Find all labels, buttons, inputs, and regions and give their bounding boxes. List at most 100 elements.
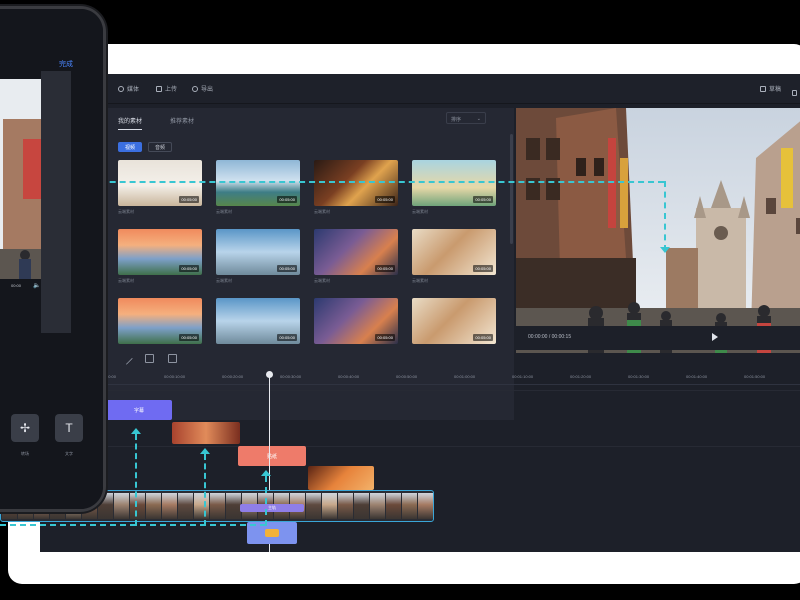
pen-icon[interactable] (120, 352, 133, 365)
done-button[interactable]: 完成 (59, 59, 73, 69)
library-tabs: 我的素材 推荐素材 (118, 116, 194, 130)
media-thumb-label: 云端素材 (412, 209, 428, 214)
guide-line-preview (664, 181, 666, 251)
phone-street-image (0, 79, 41, 279)
media-thumb-duration: 00:05:00 (179, 265, 199, 272)
desktop-editor-window: 媒体 上传 导出 草稿 分享 我的素材 推荐素材 (40, 74, 800, 552)
film-frame (114, 493, 129, 519)
media-thumb[interactable]: 00:05:00 云端素材 (314, 229, 398, 284)
media-thumb-image: 00:05:00 (412, 298, 496, 344)
timeline-ruler[interactable]: 00:00 00:00:10:00 00:00:20:00 00:00:30:00 00… (104, 371, 800, 385)
play-icon[interactable] (712, 333, 718, 341)
marketing-composite: 媒体 上传 导出 草稿 分享 我的素材 推荐素材 (0, 0, 800, 600)
text-clip[interactable]: 字幕 (106, 400, 172, 420)
media-thumb[interactable]: 00:05:00 云端素材 (412, 229, 496, 284)
film-frame (146, 493, 161, 519)
street-scene-image (516, 108, 800, 353)
media-thumb-duration: 00:05:00 (179, 334, 199, 341)
ruler-tick-label: 00:01:20:00 (570, 374, 592, 379)
sort-dropdown-value: 排序 (451, 117, 462, 123)
chevron-down-icon: ⌄ (476, 116, 481, 122)
media-thumb-duration: 00:05:00 (277, 196, 297, 203)
media-thumb-image: 00:05:00 (216, 229, 300, 275)
media-thumb-label: 云端素材 (216, 209, 232, 214)
media-thumb-label: 云端素材 (314, 209, 330, 214)
media-thumb-image: 00:05:00 (314, 160, 398, 206)
volume-icon[interactable]: 🔈 (33, 282, 40, 289)
media-thumb[interactable]: 00:05:00 云端素材 (412, 160, 496, 215)
ruler-tick-label: 00:01:50:00 (744, 374, 766, 379)
media-menu[interactable]: 媒体 (118, 84, 139, 93)
ruler-tick-label: 00:01:00:00 (454, 374, 476, 379)
media-thumb[interactable]: 00:05:00 云端素材 (216, 160, 300, 215)
upload-icon (156, 85, 162, 92)
media-thumb[interactable]: 00:05:00 云端素材 (118, 229, 202, 284)
chip-video[interactable]: 视频 (118, 142, 143, 152)
film-frame (386, 493, 401, 519)
media-thumb[interactable]: 00:05:00 云端素材 (216, 229, 300, 284)
text-button[interactable]: T (55, 414, 83, 442)
film-frame (370, 493, 385, 519)
text-label: 文字 (65, 451, 73, 456)
media-thumb-duration: 00:05:00 (277, 265, 297, 272)
ruler-tick-label: 00:01:10:00 (512, 374, 534, 379)
media-thumb-label: 云端素材 (412, 278, 428, 283)
trash-icon[interactable] (168, 354, 177, 363)
draft-button[interactable]: 草稿 (760, 84, 781, 93)
text-clip-label: 字幕 (133, 407, 144, 414)
guide-line-sticker (265, 476, 267, 526)
chip-audio[interactable]: 音频 (148, 142, 173, 152)
media-thumb[interactable]: 00:05:00 (118, 298, 202, 344)
export-label: 导出 (201, 87, 214, 93)
arrow-up-icon (261, 470, 271, 476)
media-thumb-label: 云端素材 (118, 278, 134, 283)
split-icon[interactable] (145, 354, 154, 363)
export-menu[interactable]: 导出 (192, 84, 213, 93)
tab-my-media[interactable]: 我的素材 (118, 116, 143, 130)
media-thumb-image: 00:05:00 (118, 160, 202, 206)
main-track-label: 主轨 (240, 504, 304, 512)
film-frame (130, 493, 145, 519)
media-thumb[interactable]: 00:05:00 云端素材 (118, 160, 202, 215)
media-thumb-image: 00:05:00 (314, 229, 398, 275)
media-thumb-image: 00:05:00 (412, 160, 496, 206)
media-thumb[interactable]: 00:05:00 云端素材 (314, 160, 398, 215)
media-thumb-label: 云端素材 (118, 209, 134, 214)
video-preview[interactable] (516, 108, 800, 353)
media-thumb-duration: 00:05:00 (179, 196, 199, 203)
transition-button[interactable]: ✢ (11, 414, 39, 442)
timeline-toolbar (104, 349, 800, 369)
sort-dropdown[interactable]: 排序 ⌄ (446, 112, 486, 124)
film-frame (338, 493, 353, 519)
library-filter-chips: 视频 音频 (118, 142, 173, 152)
media-thumb-image: 00:05:00 (216, 160, 300, 206)
media-thumb-image: 00:05:00 (118, 298, 202, 344)
arrow-down-icon (660, 247, 670, 253)
effect-clip[interactable] (308, 466, 374, 490)
save-icon (760, 85, 766, 92)
ruler-tick-label: 00:00:30:00 (280, 374, 302, 379)
media-thumb-image: 00:05:00 (118, 229, 202, 275)
preview-controls: 00:00:00 / 00:00:15 (516, 326, 800, 350)
playhead-handle[interactable] (266, 371, 273, 378)
media-thumb-label: 云端素材 (216, 278, 232, 283)
arrow-up-icon (131, 428, 141, 434)
overlay-clip[interactable] (172, 422, 240, 444)
upload-menu[interactable]: 上传 (156, 84, 177, 93)
share-button[interactable]: 分享 (792, 84, 800, 102)
phone-video-preview[interactable] (0, 79, 41, 279)
media-thumb[interactable]: 00:05:00 (412, 298, 496, 344)
draft-label: 草稿 (769, 87, 782, 93)
media-thumb[interactable]: 00:05:00 (314, 298, 398, 344)
tab-recommended[interactable]: 推荐素材 (170, 116, 194, 130)
transition-label: 转场 (21, 451, 29, 456)
guide-line-text (135, 434, 137, 526)
sticker-clip[interactable]: 贴纸 (238, 446, 306, 466)
phone-device: 完成 00:00 🔈 ✢ 转场 T 文字 (0, 6, 106, 512)
film-frame (178, 493, 193, 519)
media-thumb[interactable]: 00:05:00 (216, 298, 300, 344)
library-scrollbar[interactable] (510, 134, 513, 244)
media-thumb-duration: 00:05:00 (277, 334, 297, 341)
phone-side-panel (41, 71, 71, 333)
media-thumb-duration: 00:05:00 (473, 196, 493, 203)
